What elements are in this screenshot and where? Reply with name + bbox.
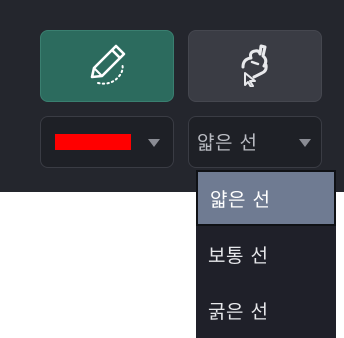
line-width-value: 얇은 선 — [197, 132, 258, 154]
menu-item-normal[interactable]: 보통 선 — [196, 226, 336, 282]
lasso-tool-button[interactable] — [188, 30, 322, 102]
menu-item-label: 얇은 선 — [210, 188, 271, 211]
dropdown-caret-icon — [299, 139, 311, 147]
line-width-select[interactable]: 얇은 선 — [188, 116, 322, 168]
lasso-icon — [233, 41, 277, 91]
menu-item-label: 보통 선 — [208, 244, 269, 267]
menu-item-thick[interactable]: 굵은 선 — [196, 282, 336, 338]
color-select[interactable] — [40, 116, 174, 168]
drawing-toolbar: 얇은 선 — [0, 0, 344, 192]
pencil-icon — [82, 39, 132, 93]
menu-item-thin[interactable]: 얇은 선 — [196, 170, 336, 226]
line-width-menu: 얇은 선 보통 선 굵은 선 — [196, 170, 336, 338]
color-swatch — [55, 134, 131, 150]
dropdown-caret-icon — [148, 139, 160, 147]
menu-item-label: 굵은 선 — [208, 300, 269, 323]
pencil-tool-button[interactable] — [40, 30, 174, 102]
